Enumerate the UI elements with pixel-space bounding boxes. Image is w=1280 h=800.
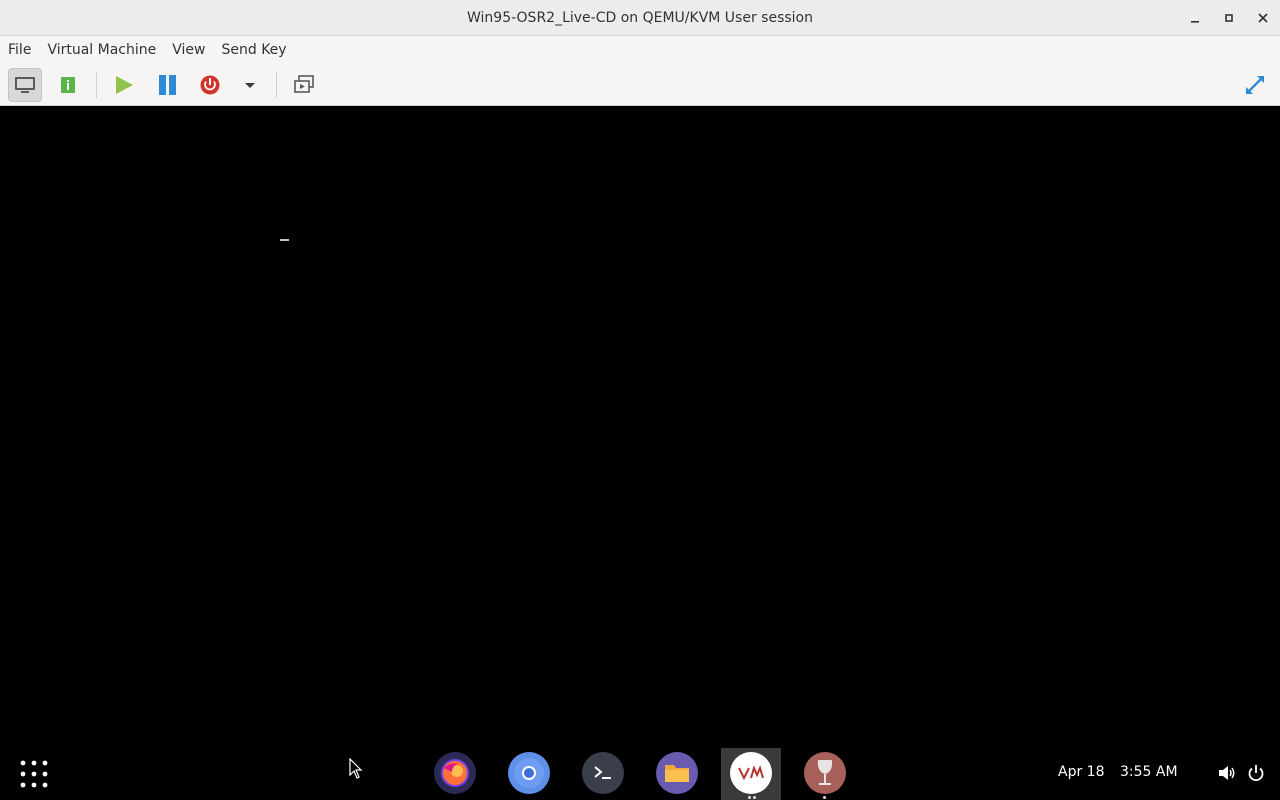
volume-button[interactable] [1217, 764, 1237, 786]
title-bar[interactable]: Win95-OSR2_Live-CD on QEMU/KVM User sess… [0, 0, 1280, 36]
close-button[interactable] [1246, 0, 1280, 36]
firefox-icon [441, 759, 469, 787]
chromium-icon [514, 758, 544, 788]
maximize-button[interactable] [1212, 0, 1246, 36]
run-button[interactable] [107, 68, 141, 102]
folder-icon [665, 765, 689, 782]
menu-send-key[interactable]: Send Key [213, 36, 294, 64]
window-controls [1178, 0, 1280, 36]
app-grid-button[interactable] [18, 758, 50, 790]
monitor-icon [15, 77, 35, 93]
mouse-pointer-icon [349, 758, 363, 779]
dock-wine[interactable] [804, 752, 846, 794]
pause-icon [159, 75, 176, 95]
chevron-down-icon [245, 83, 255, 88]
window-title: Win95-OSR2_Live-CD on QEMU/KVM User sess… [466, 9, 813, 26]
vm-console-display[interactable] [0, 106, 1280, 748]
dock-firefox[interactable] [434, 752, 476, 794]
dock-terminal[interactable] [582, 752, 624, 794]
wine-glass-icon [817, 760, 833, 785]
clock-time[interactable]: 3:55 AM [1120, 764, 1178, 780]
minimize-icon [1191, 21, 1199, 23]
dock-files[interactable] [656, 752, 698, 794]
dock-chromium[interactable] [508, 752, 550, 794]
pause-button[interactable] [151, 68, 185, 102]
app-grid-icon [20, 760, 48, 788]
clock-date[interactable]: Apr 18 [1058, 764, 1104, 780]
fullscreen-button[interactable] [1238, 68, 1272, 102]
fullscreen-icon [1246, 76, 1264, 94]
close-icon [1258, 13, 1268, 23]
system-power-button[interactable] [1247, 764, 1265, 786]
dock: Apr 18 3:55 AM [0, 748, 1280, 800]
toolbar-separator [96, 72, 97, 98]
running-indicator [748, 796, 751, 799]
dock-virt-manager[interactable] [730, 752, 772, 794]
details-view-button[interactable] [51, 68, 85, 102]
menu-file[interactable]: File [0, 36, 39, 64]
running-indicator [753, 796, 756, 799]
snapshots-button[interactable] [287, 68, 321, 102]
play-icon [116, 76, 133, 94]
toolbar [0, 64, 1280, 106]
menu-view[interactable]: View [164, 36, 213, 64]
toolbar-separator [276, 72, 277, 98]
virt-manager-icon [738, 765, 764, 781]
menu-virtual-machine[interactable]: Virtual Machine [39, 36, 164, 64]
running-indicator [823, 796, 826, 799]
snapshot-icon [294, 75, 314, 93]
terminal-icon [594, 766, 611, 779]
text-cursor [280, 239, 289, 241]
volume-icon [1219, 766, 1235, 780]
power-icon [200, 75, 220, 95]
power-icon [1248, 765, 1264, 782]
console-view-button[interactable] [8, 68, 42, 102]
minimize-button[interactable] [1178, 0, 1212, 36]
menu-bar: File Virtual Machine View Send Key [0, 36, 1280, 64]
shutdown-button[interactable] [193, 68, 227, 102]
maximize-icon [1225, 14, 1233, 22]
shutdown-menu-button[interactable] [233, 68, 267, 102]
info-icon [61, 77, 75, 93]
